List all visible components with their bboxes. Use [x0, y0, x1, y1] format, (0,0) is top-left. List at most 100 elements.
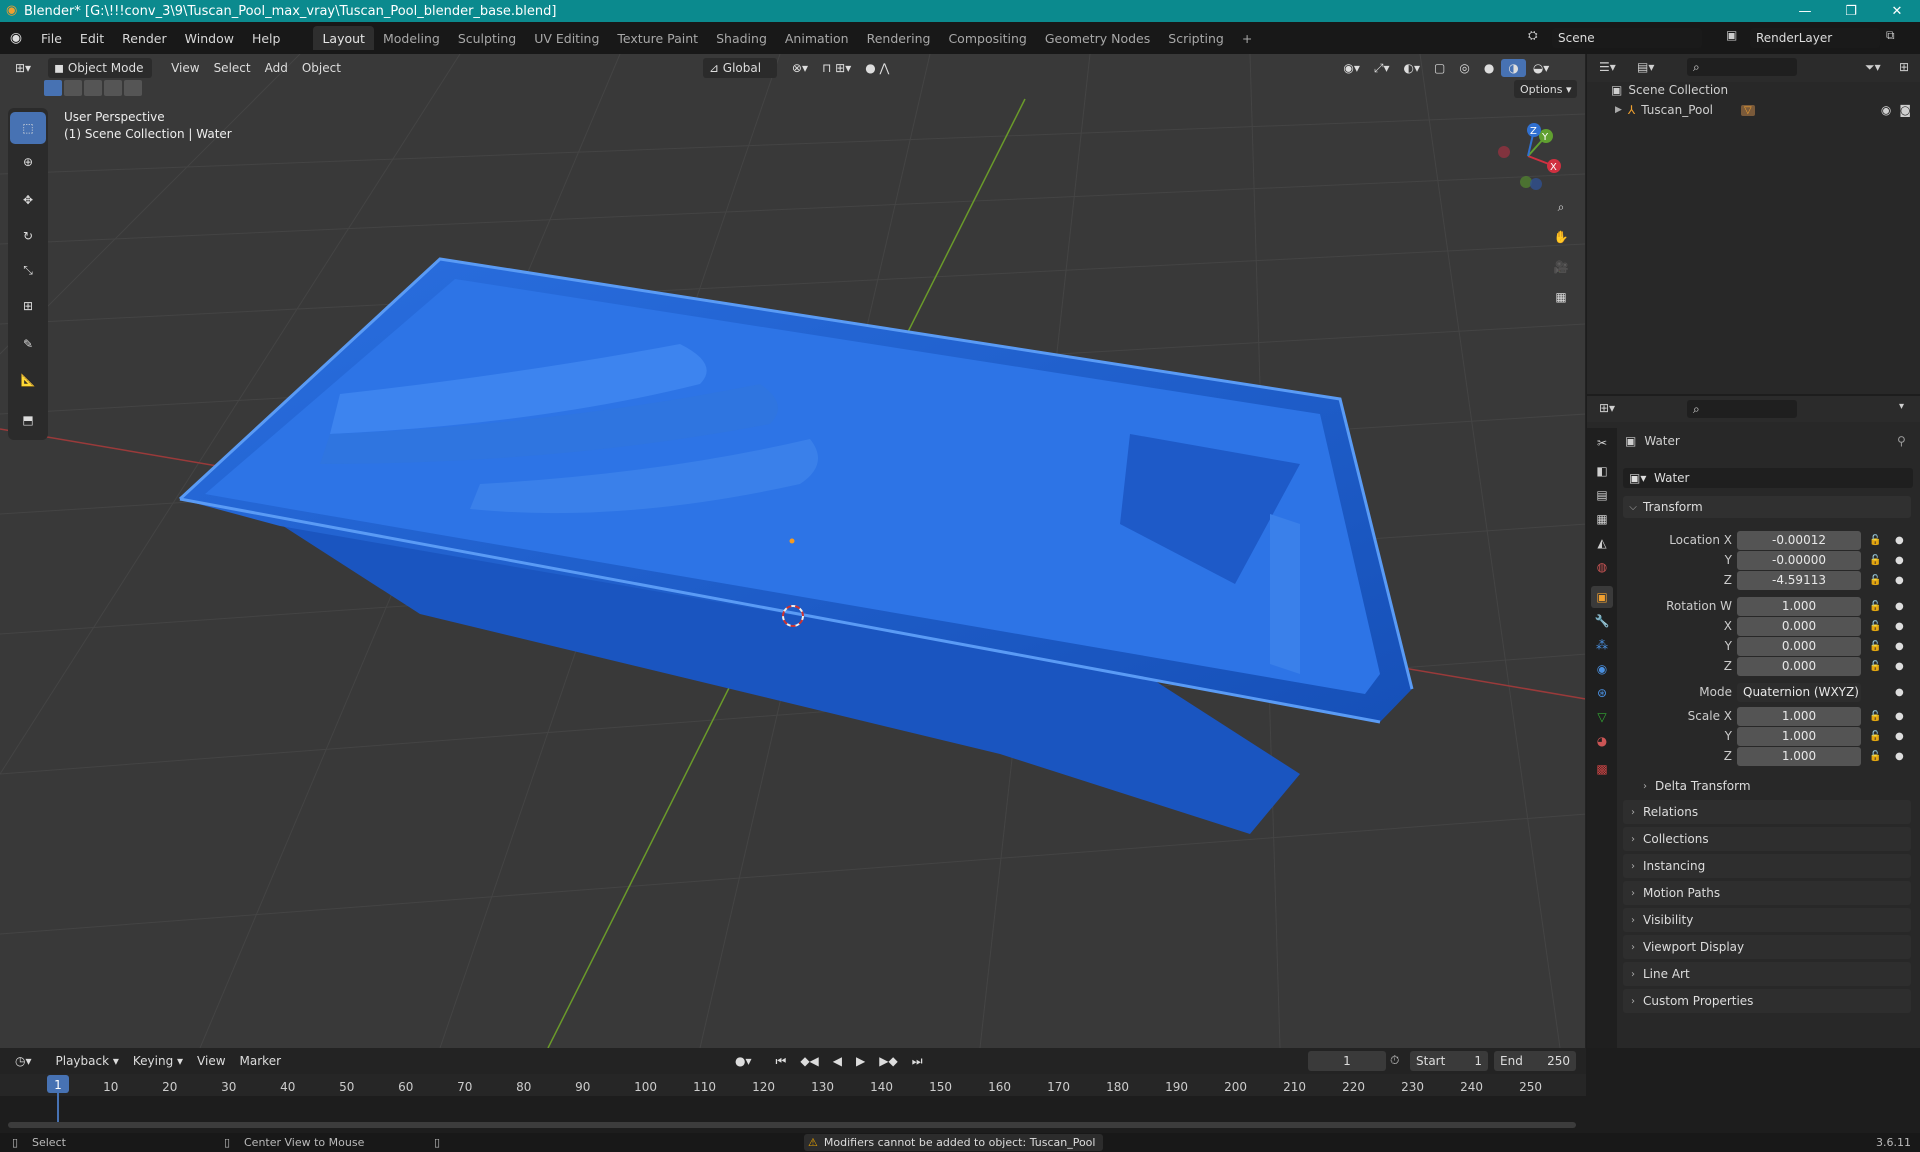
- proportional-edit-icon[interactable]: ● ⋀: [858, 59, 896, 77]
- jump-keyframe-forward-icon[interactable]: ▶◆: [872, 1052, 904, 1070]
- menu-file[interactable]: File: [32, 31, 71, 46]
- tab-scripting[interactable]: Scripting: [1159, 26, 1233, 50]
- keyframe-dot-icon[interactable]: ●: [1895, 751, 1904, 762]
- delta-transform-subpanel[interactable]: › Delta Transform: [1635, 774, 1911, 798]
- start-frame-field[interactable]: Start 1: [1410, 1051, 1488, 1071]
- lock-icon[interactable]: 🔓: [1869, 731, 1881, 742]
- view-layer-tab-icon[interactable]: ▦: [1591, 508, 1613, 530]
- tab-geometry-nodes[interactable]: Geometry Nodes: [1036, 26, 1159, 50]
- menu-view[interactable]: View: [164, 59, 206, 77]
- motion-paths-panel[interactable]: › Motion Paths: [1623, 881, 1911, 905]
- lock-icon[interactable]: 🔓: [1869, 601, 1881, 612]
- outliner-row-scene-collection[interactable]: ▣ Scene Collection: [1611, 80, 1728, 100]
- lock-icon[interactable]: 🔓: [1869, 751, 1881, 762]
- lock-icon[interactable]: 🔓: [1869, 661, 1881, 672]
- keyframe-dot-icon[interactable]: ●: [1895, 641, 1904, 652]
- perspective-toggle-icon[interactable]: ▦: [1548, 284, 1574, 310]
- modifier-tab-icon[interactable]: 🔧: [1591, 610, 1613, 632]
- play-reverse-icon[interactable]: ◀: [826, 1052, 849, 1070]
- tab-shading[interactable]: Shading: [707, 26, 776, 50]
- display-mode-icon[interactable]: ▤▾: [1637, 60, 1654, 74]
- blender-menu-icon[interactable]: ◉: [0, 30, 32, 46]
- pan-hand-icon[interactable]: ✋: [1548, 224, 1574, 250]
- select-intersect-icon[interactable]: [124, 80, 142, 96]
- rotation-y-field[interactable]: 0.000: [1737, 636, 1861, 656]
- zoom-icon[interactable]: ⌕: [1548, 194, 1574, 220]
- annotate-tool-icon[interactable]: ✎: [10, 328, 46, 360]
- transform-tool-icon[interactable]: ⊞: [10, 290, 46, 322]
- menu-marker[interactable]: Marker: [233, 1052, 288, 1070]
- particles-tab-icon[interactable]: ⁂: [1591, 634, 1613, 656]
- new-collection-icon[interactable]: ⊞: [1899, 60, 1909, 74]
- select-box-tool-icon[interactable]: ⬚: [10, 112, 46, 144]
- texture-tab-icon[interactable]: ▩: [1591, 758, 1613, 780]
- scale-y-field[interactable]: 1.000: [1737, 726, 1861, 746]
- render-tab-icon[interactable]: ◧: [1591, 460, 1613, 482]
- pivot-point-icon[interactable]: ⊗▾: [785, 59, 815, 77]
- scene-selector-icon[interactable]: ⛭: [1528, 28, 1538, 43]
- viewport-display-panel[interactable]: › Viewport Display: [1623, 935, 1911, 959]
- current-frame-field[interactable]: 1: [1308, 1051, 1386, 1071]
- properties-search-input[interactable]: ⌕: [1687, 400, 1797, 418]
- shading-wireframe-icon[interactable]: ◎: [1452, 59, 1476, 77]
- tab-compositing[interactable]: Compositing: [939, 26, 1035, 50]
- select-extend-icon[interactable]: [64, 80, 82, 96]
- menu-keying[interactable]: Keying ▾: [126, 1052, 190, 1070]
- instancing-panel[interactable]: › Instancing: [1623, 854, 1911, 878]
- physics-tab-icon[interactable]: ◉: [1591, 658, 1613, 680]
- custom-properties-panel[interactable]: › Custom Properties: [1623, 989, 1911, 1013]
- record-icon[interactable]: ●▾: [728, 1052, 759, 1070]
- shading-material-icon[interactable]: ◑: [1501, 59, 1526, 77]
- select-subtract-icon[interactable]: [84, 80, 102, 96]
- add-cube-tool-icon[interactable]: ⬒: [10, 404, 46, 436]
- keyframe-dot-icon[interactable]: ●: [1895, 731, 1904, 742]
- snap-icon[interactable]: ⊓ ⊞▾: [815, 59, 858, 77]
- menu-edit[interactable]: Edit: [71, 31, 113, 46]
- camera-view-icon[interactable]: 🎥: [1548, 254, 1574, 280]
- 3d-viewport[interactable]: ⊞▾ ◼ Object Mode View Select Add Object …: [0, 54, 1586, 1048]
- gizmo-toggle-icon[interactable]: ⤢▾: [1367, 59, 1397, 78]
- scale-x-field[interactable]: 1.000: [1737, 706, 1861, 726]
- keyframe-dot-icon[interactable]: ●: [1895, 555, 1904, 566]
- tab-animation[interactable]: Animation: [776, 26, 858, 50]
- data-tab-icon[interactable]: ▽: [1591, 706, 1613, 728]
- move-tool-icon[interactable]: ✥: [10, 184, 46, 216]
- tool-tab-icon[interactable]: ✂: [1591, 432, 1613, 454]
- menu-window[interactable]: Window: [176, 31, 243, 46]
- rotation-x-field[interactable]: 0.000: [1737, 616, 1861, 636]
- outliner-row-tuscan-pool[interactable]: ▶ ⅄ Tuscan_Pool ▽ ◉ ◙: [1615, 100, 1915, 120]
- scale-tool-icon[interactable]: ⤡: [10, 254, 46, 286]
- menu-help[interactable]: Help: [243, 31, 290, 46]
- timeline-scrollbar[interactable]: [8, 1122, 1576, 1128]
- relations-panel[interactable]: › Relations: [1623, 800, 1911, 824]
- keyframe-dot-icon[interactable]: ●: [1895, 535, 1904, 546]
- output-tab-icon[interactable]: ▤: [1591, 484, 1613, 506]
- tab-sculpting[interactable]: Sculpting: [449, 26, 525, 50]
- shading-rendered-icon[interactable]: ◒▾: [1526, 59, 1557, 77]
- warning-report[interactable]: ⚠ Modifiers cannot be added to object: T…: [804, 1134, 1104, 1151]
- new-view-layer-icon[interactable]: ⧉: [1886, 28, 1895, 43]
- jump-end-icon[interactable]: ⏭: [905, 1052, 930, 1071]
- line-art-panel[interactable]: › Line Art: [1623, 962, 1911, 986]
- visibility-icon[interactable]: ◉▾: [1336, 59, 1367, 77]
- shading-solid-icon[interactable]: ●: [1477, 59, 1501, 77]
- lock-icon[interactable]: 🔓: [1869, 535, 1881, 546]
- tab-uv-editing[interactable]: UV Editing: [525, 26, 608, 50]
- pin-icon[interactable]: ⚲: [1897, 434, 1906, 448]
- editor-type-icon[interactable]: ⊞▾: [8, 59, 38, 77]
- lock-icon[interactable]: 🔓: [1869, 555, 1881, 566]
- render-layer-field[interactable]: RenderLayer: [1750, 28, 1880, 48]
- keyframe-dot-icon[interactable]: ●: [1895, 575, 1904, 586]
- properties-menu-chevron-icon[interactable]: ▾: [1899, 401, 1904, 412]
- tab-modeling[interactable]: Modeling: [374, 26, 449, 50]
- end-frame-field[interactable]: End 250: [1494, 1051, 1576, 1071]
- select-new-icon[interactable]: [44, 80, 62, 96]
- lock-icon[interactable]: 🔓: [1869, 711, 1881, 722]
- transform-orientation-dropdown[interactable]: ⊿ Global: [702, 58, 777, 78]
- tab-texture-paint[interactable]: Texture Paint: [608, 26, 707, 50]
- constraints-tab-icon[interactable]: ⊛: [1591, 682, 1613, 704]
- keyframe-dot-icon[interactable]: ●: [1895, 601, 1904, 612]
- jump-keyframe-back-icon[interactable]: ◆◀: [793, 1052, 825, 1070]
- visibility-panel[interactable]: › Visibility: [1623, 908, 1911, 932]
- viewport-scene[interactable]: [0, 54, 1586, 1048]
